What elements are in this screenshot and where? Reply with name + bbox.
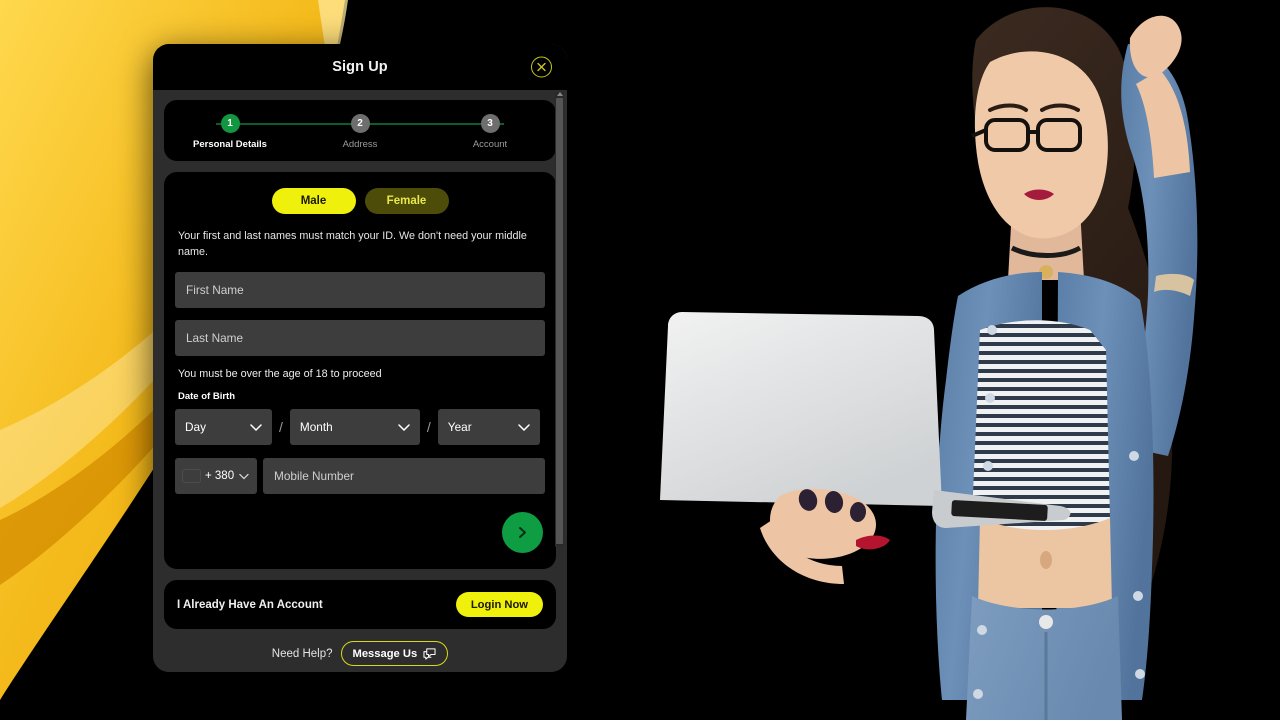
message-us-button[interactable]: Message Us (340, 641, 449, 667)
mobile-number-input[interactable] (263, 458, 545, 495)
step-bullet-2: 2 (350, 114, 370, 133)
ukraine-flag-icon (183, 470, 200, 482)
hero-photo-woman-with-laptop (660, 0, 1280, 720)
chevron-down-icon (239, 473, 249, 480)
sidebar-item-address[interactable]: 2 Address (318, 114, 402, 150)
dob-separator-1: / (279, 419, 283, 436)
page-title: Sign Up (332, 59, 388, 75)
gender-toggle-group: Male Female (175, 188, 545, 214)
step-bullet-3: 3 (480, 114, 500, 133)
date-of-birth-group: Day / Month / Year (175, 409, 545, 446)
sidebar-item-account[interactable]: 3 Account (448, 114, 532, 150)
step-label-3: Account (472, 139, 508, 150)
dob-separator-2: / (426, 419, 431, 436)
dob-day-value: Day (185, 420, 206, 435)
close-icon[interactable] (531, 56, 552, 78)
chat-bubble-icon (423, 648, 436, 660)
dob-day-select[interactable]: Day (175, 409, 272, 446)
existing-account-card: I Already Have An Account Login Now (164, 580, 556, 630)
sidebar-item-personal-details[interactable]: 1 Personal Details (188, 114, 272, 150)
modal-body: 1 Personal Details 2 Address 3 Account M… (153, 90, 567, 672)
dob-year-select[interactable]: Year (437, 409, 540, 446)
existing-account-prompt: I Already Have An Account (177, 598, 323, 611)
vertical-scrollbar[interactable] (555, 92, 564, 547)
step-bullet-1: 1 (220, 114, 240, 133)
signup-modal: Sign Up 1 Personal Details 2 Address 3 A… (153, 44, 567, 672)
next-step-button[interactable] (502, 512, 543, 554)
chevron-down-icon (518, 424, 530, 431)
login-now-button[interactable]: Login Now (455, 592, 543, 618)
chevron-down-icon (250, 424, 262, 431)
date-of-birth-label: Date of Birth (178, 391, 235, 403)
gender-male-button[interactable]: Male (271, 188, 356, 214)
mobile-number-group: + 380 (175, 458, 545, 495)
dob-month-value: Month (299, 420, 333, 435)
first-name-input[interactable] (175, 272, 545, 309)
need-help-label: Need Help? (271, 647, 333, 660)
name-helper-text: Your first and last names must match you… (178, 230, 527, 258)
last-name-input[interactable] (175, 320, 545, 357)
personal-details-form: Male Female Your first and last names mu… (164, 172, 556, 570)
modal-header: Sign Up (153, 44, 567, 90)
country-code-select[interactable]: + 380 (175, 458, 257, 495)
chevron-right-icon (519, 527, 526, 539)
chevron-down-icon (398, 424, 410, 431)
form-actions (175, 512, 545, 554)
dial-code-value: + 380 (205, 470, 235, 483)
signup-stepper: 1 Personal Details 2 Address 3 Account (164, 100, 556, 161)
help-row: Need Help? Message Us (164, 641, 556, 667)
gender-female-button[interactable]: Female (364, 188, 449, 214)
scroll-up-arrow-icon[interactable] (557, 92, 563, 96)
step-label-1: Personal Details (193, 139, 267, 150)
scrollbar-thumb[interactable] (556, 98, 563, 544)
dob-month-select[interactable]: Month (289, 409, 420, 446)
dob-year-value: Year (447, 420, 472, 435)
screen: Sign Up 1 Personal Details 2 Address 3 A… (0, 0, 1280, 720)
step-label-2: Address (342, 139, 378, 150)
age-requirement-note: You must be over the age of 18 to procee… (178, 368, 382, 381)
message-us-label: Message Us (352, 647, 418, 660)
